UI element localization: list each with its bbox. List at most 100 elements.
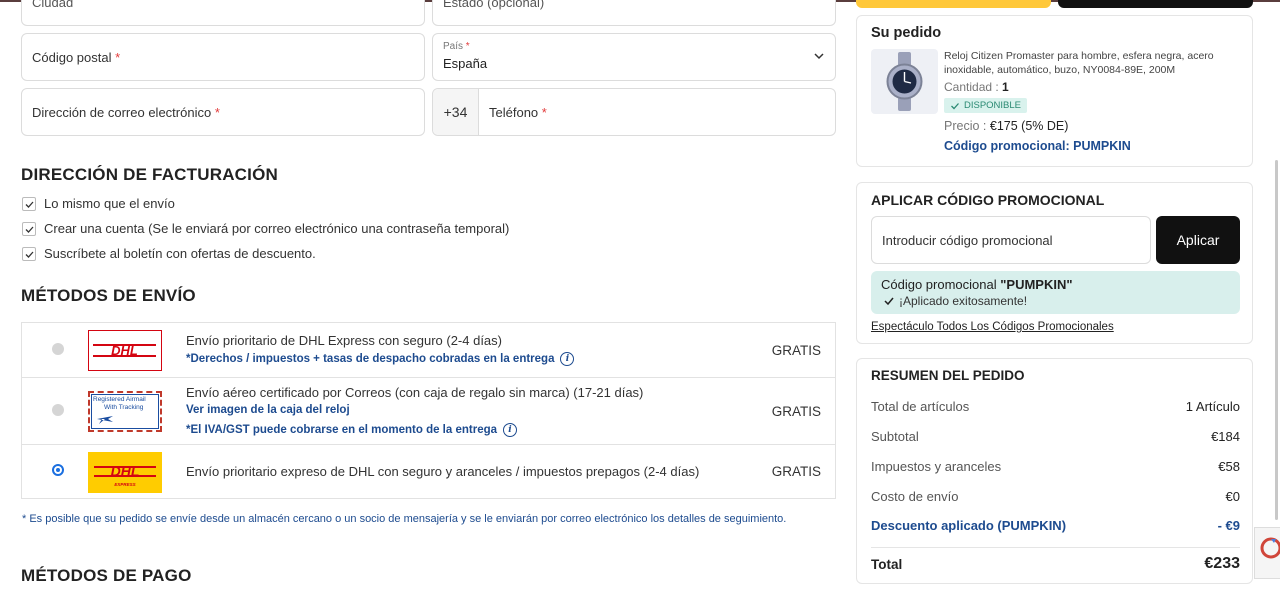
state-field[interactable]: Estado (opcional) bbox=[432, 0, 836, 26]
city-field[interactable]: Ciudad bbox=[21, 0, 425, 26]
required-mark: * bbox=[465, 41, 470, 52]
quantity-value: 1 bbox=[1002, 80, 1009, 94]
stock-badge: DISPONIBLE bbox=[944, 98, 1028, 113]
dhl-logo-text: DHL bbox=[111, 343, 138, 358]
all-promo-codes-link[interactable]: Espectáculo Todos Los Códigos Promociona… bbox=[871, 321, 1114, 333]
country-label-text: País bbox=[443, 41, 464, 52]
product-image[interactable] bbox=[871, 49, 938, 114]
order-heading: Su pedido bbox=[871, 25, 942, 41]
order-promo-code: Código promocional: PUMPKIN bbox=[944, 139, 1131, 153]
promo-applied-text: Código promocional "PUMPKIN" bbox=[881, 277, 1073, 292]
info-icon[interactable]: i bbox=[560, 352, 575, 366]
apply-promo-button[interactable]: Aplicar bbox=[1156, 216, 1240, 264]
summary-label: Costo de envío bbox=[871, 489, 959, 504]
shipping-price: GRATIS bbox=[771, 464, 821, 479]
summary-label: Impuestos y aranceles bbox=[871, 459, 1002, 474]
required-mark: * bbox=[214, 105, 220, 120]
dhl-logo-text: DHL bbox=[111, 463, 140, 479]
city-placeholder: Ciudad bbox=[32, 0, 74, 10]
checkbox-box[interactable] bbox=[22, 196, 36, 211]
billing-same-label: Lo mismo que el envío bbox=[44, 196, 175, 211]
email-label: Dirección de correo electrónico * bbox=[32, 105, 220, 120]
scrollbar-thumb[interactable] bbox=[1275, 160, 1278, 520]
summary-row-items: Total de artículos 1 Artículo bbox=[871, 399, 1240, 414]
check-icon bbox=[25, 251, 34, 258]
phone-field[interactable]: +34 Teléfono * bbox=[432, 88, 836, 136]
promo-success-box: Código promocional "PUMPKIN" ¡Aplicado e… bbox=[871, 271, 1240, 314]
shipping-note-text: *El IVA/GST puede cobrarse en el momento… bbox=[186, 424, 498, 436]
shipping-method-row[interactable]: DHL Envío prioritario de DHL Express con… bbox=[22, 323, 835, 378]
price-value: €175 (5% DE) bbox=[989, 119, 1069, 133]
check-icon bbox=[884, 297, 894, 306]
registered-airmail-logo: Registered Airmail With Tracking bbox=[88, 391, 162, 432]
promo-applied-prefix: Código promocional bbox=[881, 277, 1001, 292]
billing-same-checkbox[interactable]: Lo mismo que el envío bbox=[22, 196, 175, 211]
top-yellow-button[interactable] bbox=[856, 0, 1051, 8]
watch-box-link[interactable]: Ver imagen de la caja del reloj bbox=[186, 404, 350, 416]
summary-row-discount: Descuento aplicado (PUMPKIN) - €9 bbox=[871, 518, 1240, 533]
shipping-method-row[interactable]: Registered Airmail With Tracking Envío a… bbox=[22, 378, 835, 445]
required-mark: * bbox=[115, 50, 121, 65]
create-account-checkbox[interactable]: Crear una cuenta (Se le enviará por corr… bbox=[22, 221, 509, 236]
shipping-method-row[interactable]: DHL EXPRESS Envío prioritario expreso de… bbox=[22, 445, 835, 500]
airmail-line-2: With Tracking bbox=[104, 404, 144, 411]
email-field[interactable]: Dirección de correo electrónico * bbox=[21, 88, 425, 136]
shipping-heading: MÉTODOS DE ENVÍO bbox=[21, 286, 196, 305]
billing-heading: DIRECCIÓN DE FACTURACIÓN bbox=[21, 165, 278, 184]
country-label: País * bbox=[443, 41, 470, 52]
checkbox-box[interactable] bbox=[22, 246, 36, 261]
postal-code-field[interactable]: Código postal * bbox=[21, 33, 425, 81]
shipping-price: GRATIS bbox=[771, 404, 821, 419]
summary-value: €184 bbox=[1211, 429, 1240, 444]
price-label: Precio : bbox=[944, 119, 987, 133]
phone-prefix[interactable]: +34 bbox=[433, 89, 479, 135]
check-icon bbox=[25, 226, 34, 233]
shipping-radio-selected[interactable] bbox=[52, 464, 64, 476]
promo-card: APLICAR CÓDIGO PROMOCIONAL Introducir có… bbox=[856, 182, 1253, 344]
shipping-radio[interactable] bbox=[52, 404, 64, 416]
shipping-method-title: Envío prioritario expreso de DHL con seg… bbox=[186, 464, 700, 479]
state-placeholder: Estado (opcional) bbox=[443, 0, 545, 10]
checkbox-box[interactable] bbox=[22, 221, 36, 236]
check-icon bbox=[25, 201, 34, 208]
promo-status-text: ¡Aplicado exitosamente! bbox=[899, 294, 1028, 308]
recaptcha-badge[interactable] bbox=[1254, 527, 1280, 579]
dhl-logo-graphic: DHL EXPRESS bbox=[94, 463, 156, 487]
info-icon[interactable]: i bbox=[503, 423, 518, 437]
summary-value: €58 bbox=[1218, 459, 1240, 474]
create-account-label: Crear una cuenta (Se le enviará por corr… bbox=[44, 221, 510, 236]
country-select[interactable]: País * España bbox=[432, 33, 836, 81]
shipping-radio[interactable] bbox=[52, 343, 64, 355]
order-card: Su pedido Reloj Citizen Promaster para h… bbox=[856, 15, 1253, 167]
check-icon bbox=[951, 102, 959, 109]
shipping-methods-table: DHL Envío prioritario de DHL Express con… bbox=[21, 322, 836, 499]
watch-icon bbox=[886, 52, 923, 111]
phone-label: Teléfono * bbox=[489, 105, 547, 120]
total-label: Total bbox=[871, 556, 903, 572]
newsletter-label: Suscríbete al boletín con ofertas de des… bbox=[44, 246, 316, 261]
shipping-method-note: *Derechos / impuestos + tasas de despach… bbox=[186, 352, 575, 366]
shipping-price: GRATIS bbox=[771, 343, 821, 358]
summary-card: RESUMEN DEL PEDIDO Total de artículos 1 A… bbox=[856, 358, 1253, 584]
summary-row-taxes: Impuestos y aranceles €58 bbox=[871, 459, 1240, 474]
newsletter-checkbox[interactable]: Suscríbete al boletín con ofertas de des… bbox=[22, 246, 316, 261]
summary-total: Total €233 bbox=[871, 555, 1240, 573]
summary-value: - €9 bbox=[1217, 518, 1240, 533]
summary-heading: RESUMEN DEL PEDIDO bbox=[871, 368, 1025, 383]
email-label-text: Dirección de correo electrónico bbox=[32, 105, 212, 120]
airmail-line-1: Registered Airmail bbox=[93, 396, 146, 403]
quantity-label: Cantidad : bbox=[944, 80, 999, 94]
summary-value: 1 Artículo bbox=[1185, 399, 1240, 414]
promo-applied-code: "PUMPKIN" bbox=[1000, 277, 1073, 292]
airplane-icon bbox=[97, 416, 113, 424]
required-mark: * bbox=[541, 105, 547, 120]
product-price: Precio : €175 (5% DE) bbox=[944, 119, 1068, 133]
top-dark-button[interactable] bbox=[1058, 0, 1253, 8]
promo-code-input[interactable]: Introducir código promocional bbox=[871, 216, 1151, 264]
summary-label: Descuento aplicado (PUMPKIN) bbox=[871, 518, 1067, 533]
postal-code-label-text: Código postal bbox=[32, 50, 112, 65]
summary-row-subtotal: Subtotal €184 bbox=[871, 429, 1240, 444]
dhl-outline-logo: DHL bbox=[88, 330, 162, 371]
stock-badge-text: DISPONIBLE bbox=[964, 100, 1022, 111]
payment-heading: MÉTODOS DE PAGO bbox=[21, 566, 192, 585]
